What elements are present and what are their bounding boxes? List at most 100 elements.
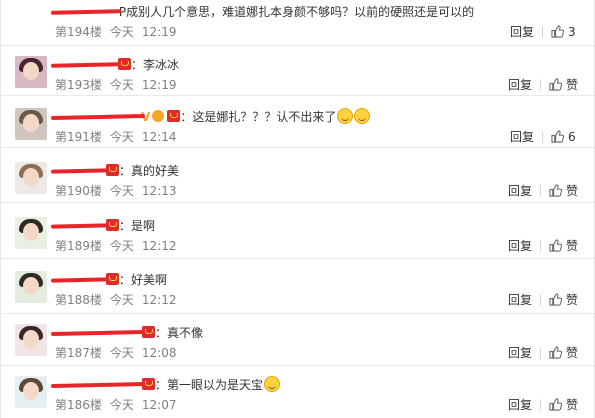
reply-button[interactable]: 回复 bbox=[508, 183, 532, 199]
member-badge-icon bbox=[106, 164, 120, 176]
like-button[interactable]: 赞 bbox=[549, 184, 578, 198]
comment-text: ：第一眼以为是天宝 bbox=[155, 378, 264, 392]
commenter-name[interactable] bbox=[50, 376, 146, 394]
comment-row: ：好美啊 第188楼 今天 12:12 回复 赞 bbox=[1, 259, 594, 314]
reply-button[interactable]: 回复 bbox=[508, 345, 532, 361]
comment-day: 今天 bbox=[109, 398, 134, 412]
divider bbox=[539, 399, 541, 411]
comment-day: 今天 bbox=[109, 239, 134, 253]
comment-text: ：真不像 bbox=[155, 326, 204, 340]
thumbs-up-icon bbox=[549, 398, 562, 411]
reply-button[interactable]: 回复 bbox=[508, 238, 532, 254]
commenter-name[interactable] bbox=[50, 324, 146, 342]
like-count: 赞 bbox=[565, 78, 578, 92]
comment-time: 12:07 bbox=[141, 398, 177, 412]
thumbs-up-icon bbox=[549, 346, 562, 359]
comment-day: 今天 bbox=[109, 78, 134, 92]
comment-day: 今天 bbox=[109, 25, 134, 39]
comment-row: ：第一眼以为是天宝 第186楼 今天 12:07 回复 赞 bbox=[1, 366, 594, 418]
like-count: 赞 bbox=[565, 398, 578, 412]
comment-row: ：李冰冰 第193楼 今天 12:19 回复 赞 bbox=[1, 46, 594, 96]
like-count: 赞 bbox=[565, 293, 578, 307]
floor-number: 第191楼 bbox=[55, 130, 102, 144]
like-button[interactable]: 赞 bbox=[549, 346, 578, 360]
comment-time: 12:12 bbox=[141, 293, 177, 307]
reply-button[interactable]: 回复 bbox=[508, 77, 532, 93]
like-count: 赞 bbox=[565, 239, 578, 253]
laughing-emoji-icon bbox=[264, 376, 281, 392]
member-badge-icon bbox=[142, 378, 156, 390]
comment-row: ：真不像 第187楼 今天 12:08 回复 赞 bbox=[1, 314, 594, 366]
member-badge-icon bbox=[118, 58, 132, 70]
floor-number: 第187楼 bbox=[55, 346, 102, 360]
commenter-name[interactable] bbox=[50, 271, 110, 289]
floor-number: 第190楼 bbox=[55, 184, 102, 198]
like-count: 赞 bbox=[565, 346, 578, 360]
reply-button[interactable]: 回复 bbox=[510, 129, 534, 145]
comment-text: ：这是娜扎？？？认不出来了 bbox=[180, 110, 337, 124]
comment-time: 12:12 bbox=[141, 239, 177, 253]
like-count: 赞 bbox=[565, 184, 578, 198]
avatar[interactable] bbox=[15, 217, 47, 249]
member-badge-icon bbox=[106, 273, 120, 285]
comment-time: 12:13 bbox=[141, 184, 177, 198]
reply-button[interactable]: 回复 bbox=[508, 397, 532, 413]
thumbs-up-icon bbox=[549, 293, 562, 306]
divider bbox=[539, 240, 541, 252]
comment-list: P成别人几个意思，难道娜扎本身颜不够吗？以前的硬照还是可以的 第194楼 今天 12… bbox=[0, 0, 595, 418]
comment-text: ：李冰冰 bbox=[131, 58, 180, 72]
divider bbox=[539, 185, 541, 197]
divider bbox=[539, 347, 541, 359]
commenter-name[interactable] bbox=[50, 217, 110, 235]
commenter-name[interactable] bbox=[50, 56, 122, 74]
comment-row: ：真的好美 第190楼 今天 12:13 回复 赞 bbox=[1, 148, 594, 203]
floor-number: 第189楼 bbox=[55, 239, 102, 253]
like-button[interactable]: 赞 bbox=[549, 293, 578, 307]
member-badge-icon bbox=[106, 219, 120, 231]
comment-day: 今天 bbox=[109, 130, 134, 144]
divider bbox=[542, 131, 543, 143]
like-count: 3 bbox=[568, 25, 576, 39]
dizzy-emoji-icon bbox=[337, 108, 354, 124]
avatar[interactable] bbox=[15, 376, 47, 408]
divider bbox=[539, 294, 541, 306]
comment-row: V ：这是娜扎？？？认不出来了 第191楼 今天 12:14 回复 6 bbox=[1, 96, 594, 148]
floor-number: 第194楼 bbox=[55, 25, 102, 39]
dizzy-emoji-icon bbox=[354, 108, 371, 124]
member-badge-icon bbox=[142, 326, 156, 338]
commenter-name[interactable] bbox=[50, 108, 146, 126]
thumbs-up-icon bbox=[551, 130, 564, 143]
like-button[interactable]: 赞 bbox=[549, 239, 578, 253]
like-button[interactable]: 3 bbox=[551, 25, 578, 39]
commenter-name[interactable] bbox=[50, 3, 122, 21]
floor-number: 第193楼 bbox=[55, 78, 102, 92]
like-button[interactable]: 赞 bbox=[549, 78, 578, 92]
avatar[interactable] bbox=[15, 271, 47, 303]
thumbs-up-icon bbox=[551, 25, 564, 38]
avatar[interactable] bbox=[15, 324, 47, 356]
level-badge-icon bbox=[152, 110, 165, 122]
comment-time: 12:19 bbox=[141, 78, 177, 92]
commenter-name[interactable] bbox=[50, 162, 110, 180]
member-badge-icon bbox=[167, 110, 181, 122]
comment-time: 12:19 bbox=[141, 25, 177, 39]
like-button[interactable]: 赞 bbox=[549, 398, 578, 412]
avatar[interactable] bbox=[15, 56, 47, 88]
comment-text: ：是啊 bbox=[119, 219, 156, 233]
comment-day: 今天 bbox=[109, 293, 134, 307]
reply-button[interactable]: 回复 bbox=[510, 24, 534, 40]
comment-row: P成别人几个意思，难道娜扎本身颜不够吗？以前的硬照还是可以的 第194楼 今天 12… bbox=[1, 0, 594, 46]
like-button[interactable]: 6 bbox=[551, 130, 578, 144]
like-count: 6 bbox=[568, 130, 576, 144]
divider bbox=[542, 26, 543, 38]
comment-time: 12:08 bbox=[141, 346, 177, 360]
avatar[interactable] bbox=[15, 108, 47, 140]
comment-day: 今天 bbox=[109, 346, 134, 360]
thumbs-up-icon bbox=[549, 78, 562, 91]
comment-text: P成别人几个意思，难道娜扎本身颜不够吗？以前的硬照还是可以的 bbox=[118, 5, 475, 19]
comment-row: ：是啊 第189楼 今天 12:12 回复 赞 bbox=[1, 203, 594, 259]
floor-number: 第188楼 bbox=[55, 293, 102, 307]
thumbs-up-icon bbox=[549, 184, 562, 197]
reply-button[interactable]: 回复 bbox=[508, 292, 532, 308]
avatar[interactable] bbox=[15, 162, 47, 194]
